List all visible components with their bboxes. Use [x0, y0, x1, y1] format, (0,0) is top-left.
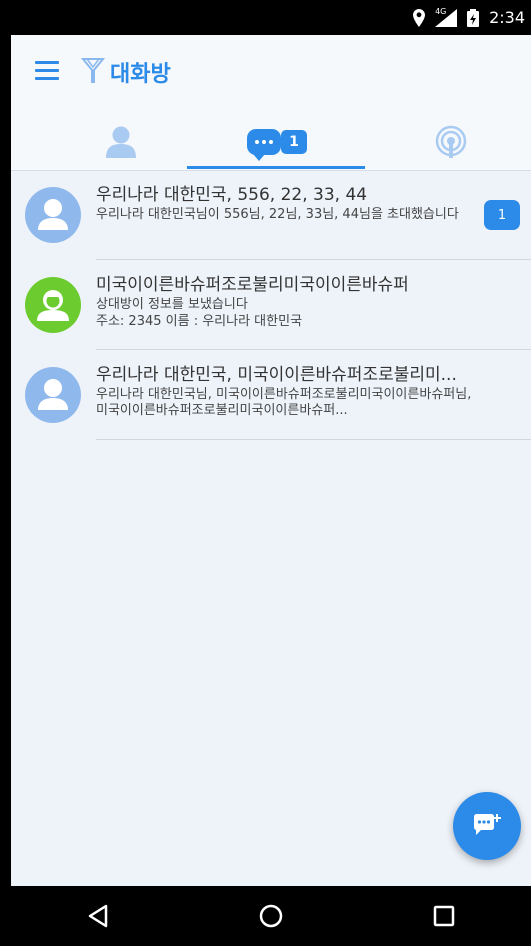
- broadcast-icon: [435, 125, 467, 158]
- chat-title: 미국이이른바슈퍼조로불리미국이이른바슈퍼: [96, 275, 409, 295]
- chat-list: 우리나라 대한민국, 556, 22, 33, 44 우리나라 대한민국님이 5…: [11, 170, 531, 440]
- chat-add-icon: [474, 814, 501, 835]
- chat-bubble-icon: [247, 129, 282, 161]
- page-title: 대화방: [110, 62, 171, 87]
- tab-chats[interactable]: 1: [187, 117, 367, 167]
- chat-title: 우리나라 대한민국, 미국이이른바슈퍼조로불리미...: [96, 365, 457, 385]
- antenna-icon: [81, 58, 105, 83]
- home-button[interactable]: [241, 886, 301, 946]
- person-icon: [106, 126, 136, 158]
- chat-preview: 우리나라 대한민국님, 미국이이른바슈퍼조로불리미국이이른바슈퍼님, 미국이이른…: [96, 387, 472, 418]
- hamburger-menu-icon[interactable]: [35, 61, 59, 83]
- chat-preview: 우리나라 대한민국님이 556님, 22님, 33님, 44님을 초대했습니다: [96, 207, 459, 222]
- divider: [96, 439, 531, 440]
- back-button[interactable]: [68, 886, 128, 946]
- home-circle-icon: [259, 904, 283, 928]
- clock: 2:34: [489, 8, 525, 27]
- unread-badge: 1: [484, 200, 520, 230]
- location-icon: [413, 8, 426, 27]
- chat-tab-badge: 1: [281, 130, 307, 154]
- tab-broadcast[interactable]: [371, 117, 531, 167]
- active-tab-indicator: [187, 166, 365, 169]
- chat-list-item[interactable]: 우리나라 대한민국, 미국이이른바슈퍼조로불리미... 우리나라 대한민국님, …: [11, 350, 531, 440]
- chat-list-item[interactable]: 우리나라 대한민국, 556, 22, 33, 44 우리나라 대한민국님이 5…: [11, 170, 531, 260]
- green-user-icon: [25, 277, 81, 333]
- network-type-label: 4G: [435, 6, 447, 16]
- phone-screen: 4G 2:34 대화방 1 우리나라 대한민국, 556, 22, 33, 44…: [11, 0, 531, 946]
- chat-preview: 상대방이 정보를 보냈습니다: [96, 297, 248, 312]
- app-bar: 대화방 1: [11, 35, 531, 171]
- chat-preview-line2: 주소: 2345 이름 : 우리나라 대한민국: [96, 314, 303, 329]
- person-silhouette-icon: [25, 367, 81, 423]
- chat-title: 우리나라 대한민국, 556, 22, 33, 44: [96, 185, 368, 205]
- status-bar: 4G 2:34: [11, 0, 531, 35]
- chat-list-item[interactable]: 미국이이른바슈퍼조로불리미국이이른바슈퍼 상대방이 정보를 보냈습니다 주소: …: [11, 260, 531, 350]
- new-chat-button[interactable]: [453, 792, 521, 860]
- tab-friends[interactable]: [51, 117, 191, 167]
- signal-icon: 4G: [435, 6, 458, 27]
- recents-square-icon: [434, 905, 455, 927]
- back-triangle-icon: [88, 904, 107, 928]
- person-silhouette-icon: [25, 187, 81, 243]
- battery-icon: [467, 8, 480, 27]
- system-nav-bar: [11, 886, 531, 946]
- recents-button[interactable]: [414, 886, 474, 946]
